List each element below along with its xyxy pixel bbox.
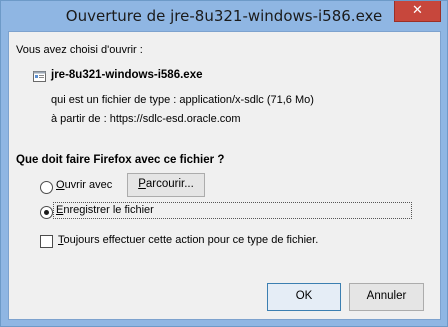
- ok-button[interactable]: OK: [267, 283, 341, 311]
- file-source: à partir de : https://sdlc-esd.oracle.co…: [51, 113, 241, 125]
- save-file-radio[interactable]: [40, 206, 53, 219]
- question-heading: Que doit faire Firefox avec ce fichier ?: [16, 154, 225, 166]
- always-do-label[interactable]: Toujours effectuer cette action pour ce …: [58, 234, 318, 246]
- save-file-label[interactable]: Enregistrer le fichier: [56, 204, 154, 216]
- browse-button[interactable]: Parcourir...: [127, 173, 205, 197]
- dialog-body: Vous avez choisi d'ouvrir : jre-8u321-wi…: [8, 31, 441, 320]
- file-type: qui est un fichier de type : application…: [51, 94, 314, 106]
- intro-text: Vous avez choisi d'ouvrir :: [16, 44, 143, 56]
- radio-selected-dot: [44, 210, 49, 215]
- close-button[interactable]: ✕: [394, 1, 441, 22]
- dialog-window: Ouverture de jre-8u321-windows-i586.exe …: [0, 0, 448, 327]
- open-with-radio[interactable]: [40, 181, 53, 194]
- title-bar[interactable]: Ouverture de jre-8u321-windows-i586.exe …: [1, 1, 447, 31]
- open-with-label[interactable]: Ouvrir avec: [56, 179, 112, 191]
- always-do-checkbox[interactable]: [40, 235, 53, 248]
- file-name: jre-8u321-windows-i586.exe: [51, 69, 203, 81]
- close-icon: ✕: [412, 3, 423, 18]
- window-title: Ouverture de jre-8u321-windows-i586.exe: [65, 7, 383, 25]
- cancel-button[interactable]: Annuler: [349, 283, 424, 311]
- application-file-icon: [33, 71, 46, 82]
